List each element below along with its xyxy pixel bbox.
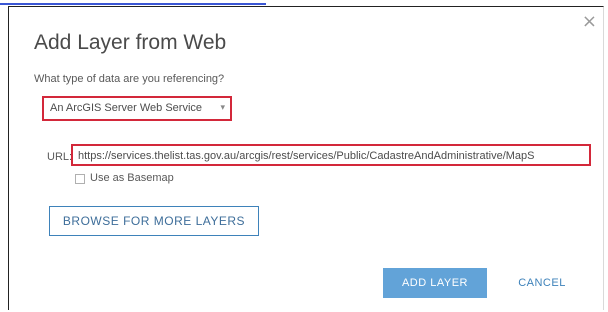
close-icon[interactable]: ×: [582, 13, 597, 31]
url-label: URL:: [47, 151, 73, 163]
data-type-question: What type of data are you referencing?: [34, 73, 225, 85]
dialog-title: Add Layer from Web: [34, 31, 227, 54]
data-type-select[interactable]: An ArcGIS Server Web Service ▾: [42, 96, 232, 121]
add-layer-dialog: × Add Layer from Web What type of data a…: [8, 6, 604, 310]
cancel-button[interactable]: CANCEL: [504, 268, 580, 298]
data-type-select-value: An ArcGIS Server Web Service: [50, 102, 203, 114]
url-input[interactable]: https://services.thelist.tas.gov.au/arcg…: [71, 144, 591, 166]
use-as-basemap-checkbox[interactable]: [75, 174, 85, 184]
browse-more-layers-button[interactable]: BROWSE FOR MORE LAYERS: [49, 206, 259, 236]
add-layer-button[interactable]: ADD LAYER: [383, 268, 487, 298]
chevron-down-icon: ▾: [220, 102, 225, 112]
use-as-basemap-label: Use as Basemap: [90, 172, 174, 184]
hyperlink-underline: [0, 3, 266, 5]
